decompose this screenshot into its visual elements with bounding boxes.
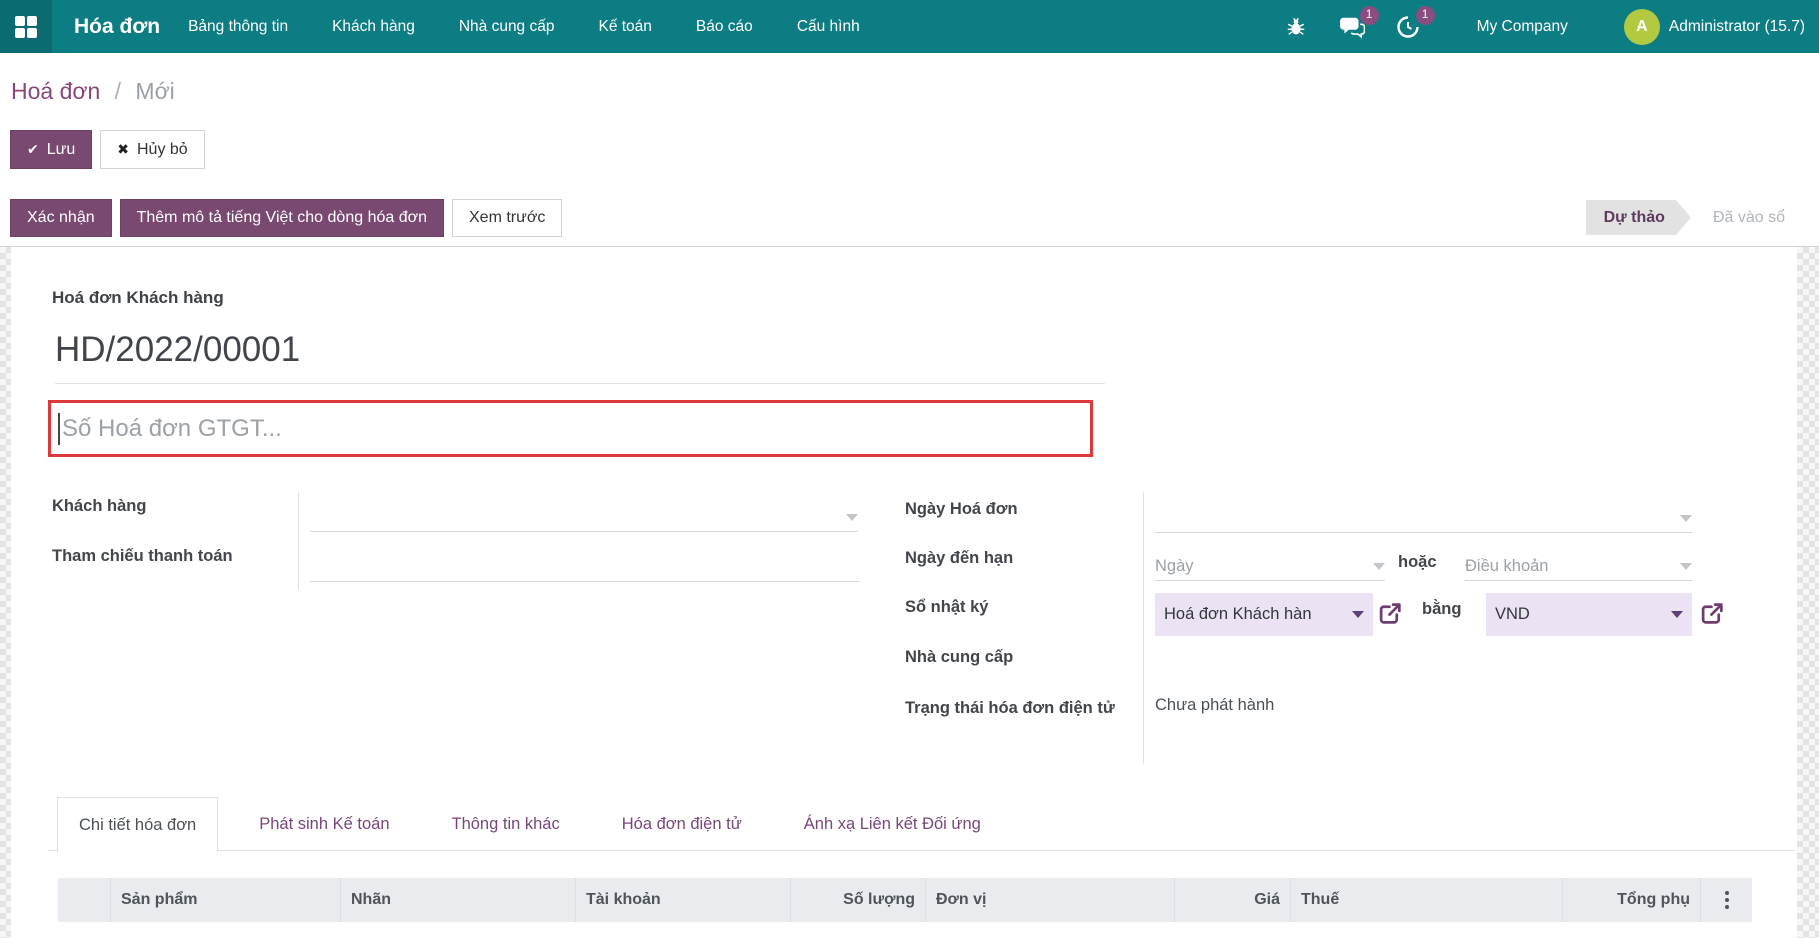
or-text: hoặc [1398, 553, 1437, 571]
due-date-label: Ngày đến hạn [905, 549, 1014, 567]
document-name-underline [55, 383, 1105, 384]
apps-grid-icon [15, 15, 37, 38]
form-statusbar: Xác nhận Thêm mô tả tiếng Việt cho dòng … [0, 189, 1819, 247]
save-button-label: Lưu [46, 140, 76, 158]
col-account[interactable]: Tài khoản [575, 878, 790, 922]
einvoice-status-label: Trạng thái hóa đơn điện tử [905, 699, 1115, 717]
x-icon: ✖ [117, 141, 129, 158]
user-menu[interactable]: A Administrator (15.7) [1623, 8, 1805, 45]
menu-item-vendors[interactable]: Nhà cung cấp [459, 18, 555, 36]
activities-button[interactable]: 1 [1393, 5, 1435, 42]
chevron-down-icon [1680, 563, 1692, 570]
col-label[interactable]: Nhãn [340, 878, 575, 922]
kebab-icon [1724, 891, 1729, 895]
col-subtotal[interactable]: Tổng phụ [1562, 878, 1700, 922]
menu-item-dashboard[interactable]: Bảng thông tin [188, 18, 288, 36]
col-drag-handle [58, 878, 110, 922]
debug-button[interactable] [1281, 12, 1311, 42]
company-switcher[interactable]: My Company [1477, 18, 1568, 36]
payment-reference-field[interactable] [310, 554, 860, 582]
journal-value: Hoá đơn Khách hàn [1164, 605, 1312, 623]
top-navbar: Hóa đơn Bảng thông tin Khách hàng Nhà cu… [0, 0, 1819, 53]
menu-item-configuration[interactable]: Cấu hình [797, 18, 860, 36]
tab-other-info[interactable]: Thông tin khác [431, 797, 581, 851]
main-menu: Bảng thông tin Khách hàng Nhà cung cấp K… [188, 18, 860, 36]
vat-invoice-number-input[interactable]: Số Hoá đơn GTGT... [48, 400, 1093, 457]
col-price[interactable]: Giá [1174, 878, 1290, 922]
currency-value: VND [1495, 605, 1530, 623]
save-button[interactable]: ✔ Lưu [10, 130, 93, 169]
confirm-button[interactable]: Xác nhận [10, 198, 112, 237]
journal-select[interactable]: Hoá đơn Khách hàn [1155, 593, 1373, 636]
due-date-placeholder: Ngày [1155, 557, 1194, 575]
in-currency-text: bằng [1422, 600, 1462, 618]
messages-button[interactable]: 1 [1337, 5, 1379, 42]
state-step-posted[interactable]: Đã vào sổ [1691, 200, 1795, 235]
activities-badge: 1 [1415, 5, 1435, 25]
tab-einvoice[interactable]: Hóa đơn điện tử [601, 797, 763, 851]
currency-select[interactable]: VND [1486, 593, 1692, 636]
content-gutter-left [0, 247, 11, 938]
discard-button[interactable]: ✖ Hủy bỏ [100, 130, 205, 169]
external-link-icon [1379, 603, 1401, 624]
notebook-tabs: Chi tiết hóa đơn Phát sinh Kế toán Thông… [57, 797, 1002, 852]
payment-terms-placeholder: Điều khoản [1465, 557, 1549, 575]
invoice-date-label: Ngày Hoá đơn [905, 500, 1018, 518]
currency-external-link-button[interactable] [1700, 601, 1725, 626]
document-name[interactable]: HD/2022/00001 [55, 330, 300, 370]
chevron-down-icon [846, 514, 858, 521]
external-link-icon [1701, 603, 1723, 624]
col-uom[interactable]: Đơn vị [925, 878, 1174, 922]
chevron-down-icon [1373, 563, 1385, 570]
journal-external-link-button[interactable] [1378, 601, 1403, 626]
right-group-divider [1143, 492, 1144, 764]
apps-menu-button[interactable] [0, 0, 52, 53]
customer-field[interactable] [310, 504, 858, 532]
tab-counterpart-mapping[interactable]: Ánh xạ Liên kết Đối ứng [783, 797, 1002, 851]
menu-item-accounting[interactable]: Kế toán [598, 18, 651, 36]
invoice-lines-header-row: Sản phẩm Nhãn Tài khoản Số lượng Đơn vị … [58, 878, 1752, 922]
customer-label: Khách hàng [52, 497, 147, 515]
preview-button[interactable]: Xem trước [452, 198, 563, 237]
invoice-date-field[interactable] [1155, 505, 1692, 533]
state-step-draft[interactable]: Dự thảo [1586, 200, 1691, 235]
einvoice-status-value: Chưa phát hành [1155, 696, 1275, 714]
chevron-down-icon [1671, 611, 1683, 618]
col-quantity[interactable]: Số lượng [790, 878, 925, 922]
bug-icon [1287, 17, 1304, 35]
payment-reference-label: Tham chiếu thanh toán [52, 547, 233, 565]
add-vietnamese-description-button[interactable]: Thêm mô tả tiếng Việt cho dòng hóa đơn [119, 198, 444, 237]
messages-badge: 1 [1359, 5, 1379, 25]
chevron-down-icon [1352, 611, 1364, 618]
vat-invoice-number-placeholder: Số Hoá đơn GTGT... [62, 414, 282, 442]
check-icon: ✔ [27, 141, 39, 158]
menu-item-reports[interactable]: Báo cáo [696, 18, 753, 36]
breadcrumb-separator: / [114, 78, 122, 104]
document-type-label: Hoá đơn Khách hàng [52, 288, 224, 307]
content-gutter-right [1797, 247, 1819, 938]
journal-label: Sổ nhật ký [905, 598, 989, 616]
breadcrumb-parent-link[interactable]: Hoá đơn [11, 78, 100, 104]
col-product[interactable]: Sản phẩm [110, 878, 340, 922]
discard-button-label: Hủy bỏ [136, 140, 188, 158]
user-name: Administrator (15.7) [1668, 17, 1805, 35]
menu-item-customers[interactable]: Khách hàng [332, 18, 415, 36]
optional-columns-button[interactable] [1700, 878, 1752, 922]
tab-invoice-lines[interactable]: Chi tiết hóa đơn [57, 797, 219, 852]
avatar: A [1623, 8, 1660, 45]
left-group-divider [298, 492, 299, 590]
col-taxes[interactable]: Thuế [1290, 878, 1562, 922]
vendor-label: Nhà cung cấp [905, 648, 1014, 666]
payment-terms-field[interactable]: Điều khoản [1465, 553, 1692, 581]
due-date-field[interactable]: Ngày [1155, 553, 1385, 581]
breadcrumb: Hoá đơn / Mới [11, 78, 175, 105]
tab-journal-items[interactable]: Phát sinh Kế toán [238, 797, 410, 851]
breadcrumb-current: Mới [135, 78, 175, 104]
app-name[interactable]: Hóa đơn [74, 15, 160, 39]
chevron-down-icon [1680, 515, 1692, 522]
text-cursor [58, 412, 60, 445]
